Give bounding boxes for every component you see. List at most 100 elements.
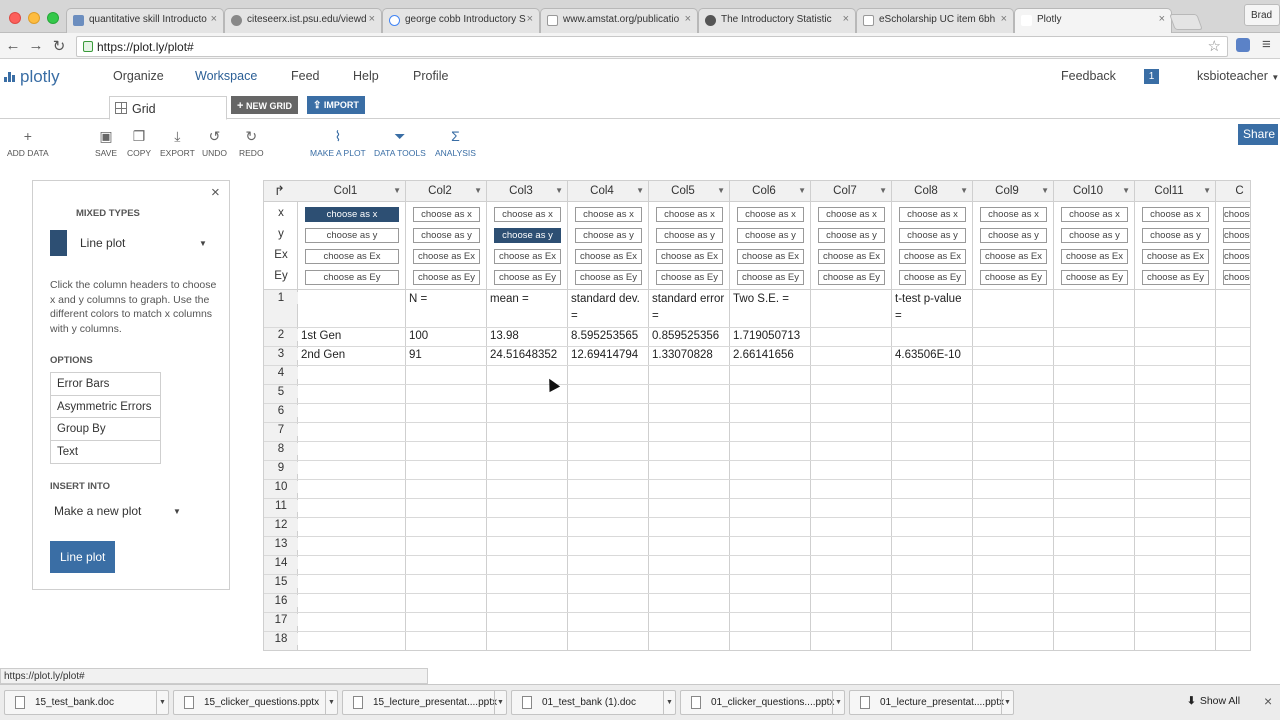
column-header-col6[interactable]: Col6 ▼ xyxy=(730,181,811,202)
choose-as-x-button[interactable]: choose as x xyxy=(818,207,885,222)
choose-as-ex-button[interactable]: choose as Ex xyxy=(899,249,966,264)
choose-as-ex-button[interactable]: choose as Ex xyxy=(656,249,723,264)
plot-type-select[interactable]: Line plot xyxy=(80,236,125,250)
share-button[interactable]: Share xyxy=(1238,124,1278,145)
chevron-down-icon[interactable]: ▼ xyxy=(1001,691,1013,714)
browser-tab-active[interactable]: Plotly × xyxy=(1014,8,1172,34)
choose-as-ey-button[interactable]: choose as Ey xyxy=(494,270,561,285)
choose-as-ey-button[interactable]: choose as Ey xyxy=(899,270,966,285)
choose-as-ey-button[interactable]: choose as Ey xyxy=(1142,270,1209,285)
option-text[interactable]: Text xyxy=(51,441,160,464)
choose-as-ey-button[interactable]: choose as Ey xyxy=(737,270,804,285)
choose-as-ex-button[interactable]: choose as Ex xyxy=(305,249,399,264)
choose-as-ey-button[interactable]: choose as Ey xyxy=(1223,270,1250,285)
column-header-col7[interactable]: Col7 ▼ xyxy=(811,181,892,202)
download-item[interactable]: 01_lecture_presentat....pptx ▼ xyxy=(849,690,1014,715)
close-icon[interactable]: × xyxy=(211,184,220,201)
feedback-link[interactable]: Feedback xyxy=(1061,69,1116,83)
choose-as-ex-button[interactable]: choose as Ex xyxy=(1223,249,1250,264)
choose-as-ey-button[interactable]: choose as Ey xyxy=(656,270,723,285)
choose-as-x-button[interactable]: choose as x xyxy=(656,207,723,222)
choose-as-x-button[interactable]: choose as x xyxy=(980,207,1047,222)
close-window-button[interactable] xyxy=(9,12,21,24)
choose-as-x-button[interactable]: choose as x xyxy=(1223,207,1250,222)
chevron-down-icon[interactable]: ▼ xyxy=(325,691,337,714)
chevron-down-icon[interactable]: ▼ xyxy=(494,691,506,714)
grid-cell[interactable]: 12.69414794 xyxy=(571,347,646,364)
choose-as-y-button[interactable]: choose as y xyxy=(1142,228,1209,243)
choose-as-y-button[interactable]: choose as y xyxy=(656,228,723,243)
close-icon[interactable]: × xyxy=(1264,693,1272,709)
choose-as-ex-button[interactable]: choose as Ex xyxy=(1061,249,1128,264)
chevron-down-icon[interactable]: ▼ xyxy=(663,691,675,714)
choose-as-x-button[interactable]: choose as x xyxy=(899,207,966,222)
choose-as-ex-button[interactable]: choose as Ex xyxy=(575,249,642,264)
grid-cell[interactable]: 0.859525356 xyxy=(652,328,727,345)
column-header-c[interactable]: C xyxy=(1216,181,1250,202)
choose-as-x-button[interactable]: choose as x xyxy=(413,207,480,222)
bookmark-star-icon[interactable]: ☆ xyxy=(1208,37,1221,55)
tab-close-icon[interactable]: × xyxy=(1001,13,1007,25)
option-asymmetric-errors[interactable]: Asymmetric Errors xyxy=(51,396,160,418)
column-header-col8[interactable]: Col8 ▼ xyxy=(892,181,973,202)
plotly-logo[interactable]: plotly xyxy=(4,67,60,87)
choose-as-ex-button[interactable]: choose as Ex xyxy=(494,249,561,264)
browser-tab[interactable]: citeseerx.ist.psu.edu/viewd × xyxy=(224,8,382,33)
chevron-down-icon[interactable]: ▼ xyxy=(156,691,168,714)
browser-tab[interactable]: www.amstat.org/publicatio × xyxy=(540,8,698,33)
browser-tab[interactable]: quantitative skill Introducto × xyxy=(66,8,224,33)
notification-badge[interactable]: 1 xyxy=(1144,69,1159,84)
nav-organize[interactable]: Organize xyxy=(113,69,164,83)
choose-as-y-button[interactable]: choose as y xyxy=(1223,228,1250,243)
nav-help[interactable]: Help xyxy=(353,69,379,83)
choose-as-ex-button[interactable]: choose as Ex xyxy=(818,249,885,264)
tab-close-icon[interactable]: × xyxy=(685,13,691,25)
grid-cell[interactable]: mean = xyxy=(490,291,565,308)
chevron-down-icon[interactable]: ▼ xyxy=(1122,186,1130,195)
grid-cell[interactable]: 2nd Gen xyxy=(301,347,403,364)
tab-grid[interactable]: Grid xyxy=(109,96,227,120)
choose-as-x-button[interactable]: choose as x xyxy=(737,207,804,222)
choose-as-ex-button[interactable]: choose as Ex xyxy=(1142,249,1209,264)
grid-cell[interactable]: 100 xyxy=(409,328,484,345)
chevron-down-icon[interactable]: ▼ xyxy=(717,186,725,195)
grid-cell[interactable]: standard error = xyxy=(652,291,727,325)
choose-as-y-button[interactable]: choose as y xyxy=(737,228,804,243)
choose-as-y-button[interactable]: choose as y xyxy=(818,228,885,243)
chevron-down-icon[interactable]: ▼ xyxy=(879,186,887,195)
column-header-col10[interactable]: Col10 ▼ xyxy=(1054,181,1135,202)
choose-as-y-button[interactable]: choose as y xyxy=(305,228,399,243)
choose-as-y-button[interactable]: choose as y xyxy=(413,228,480,243)
choose-as-ey-button[interactable]: choose as Ey xyxy=(818,270,885,285)
data-tools-button[interactable]: ⏷ DATA TOOLS xyxy=(374,128,426,158)
choose-as-x-button[interactable]: choose as x xyxy=(494,207,561,222)
extension-icon[interactable] xyxy=(1236,38,1250,52)
tab-close-icon[interactable]: × xyxy=(369,13,375,25)
column-header-col3[interactable]: Col3 ▼ xyxy=(487,181,568,202)
download-item[interactable]: 01_test_bank (1).doc ▼ xyxy=(511,690,676,715)
show-all-downloads-button[interactable]: ⬇ Show All xyxy=(1187,695,1240,707)
make-a-plot-button[interactable]: ⌇ MAKE A PLOT xyxy=(310,128,366,158)
nav-workspace[interactable]: Workspace xyxy=(195,69,257,83)
grid-cell[interactable]: t-test p-value = xyxy=(895,291,970,325)
download-item[interactable]: 15_test_bank.doc ▼ xyxy=(4,690,169,715)
undo-button[interactable]: ↺ UNDO xyxy=(202,128,227,158)
new-grid-button[interactable]: + NEW GRID xyxy=(231,96,298,114)
redo-button[interactable]: ↻ REDO xyxy=(239,128,264,158)
grid-cell[interactable]: standard dev. = xyxy=(571,291,646,325)
grid-cell[interactable]: 1.33070828 xyxy=(652,347,727,364)
choose-as-x-button[interactable]: choose as x xyxy=(1061,207,1128,222)
choose-as-ex-button[interactable]: choose as Ex xyxy=(737,249,804,264)
choose-as-ex-button[interactable]: choose as Ex xyxy=(980,249,1047,264)
column-header-col4[interactable]: Col4 ▼ xyxy=(568,181,649,202)
chevron-down-icon[interactable]: ▼ xyxy=(1203,186,1211,195)
choose-as-x-button[interactable]: choose as x xyxy=(575,207,642,222)
nav-feed[interactable]: Feed xyxy=(291,69,320,83)
chevron-down-icon[interactable]: ▼ xyxy=(960,186,968,195)
choose-as-ey-button[interactable]: choose as Ey xyxy=(575,270,642,285)
hamburger-menu-icon[interactable]: ≡ xyxy=(1262,36,1271,53)
grid-cell[interactable]: Two S.E. = xyxy=(733,291,808,308)
save-button[interactable]: ▣ SAVE xyxy=(95,128,117,158)
choose-as-ey-button[interactable]: choose as Ey xyxy=(305,270,399,285)
browser-tab[interactable]: The Introductory Statistic × xyxy=(698,8,856,33)
